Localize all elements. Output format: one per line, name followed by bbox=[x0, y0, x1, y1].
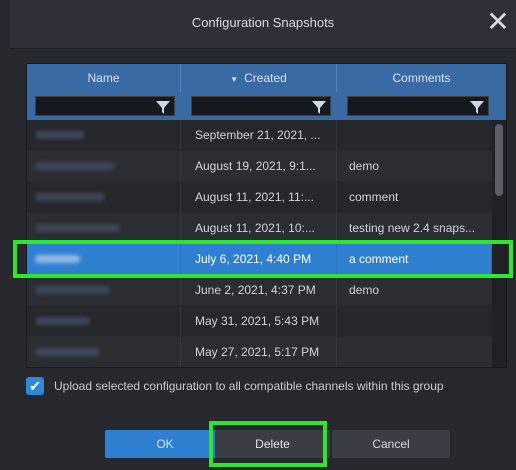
table-row[interactable]: September 21, 2021, ... bbox=[27, 120, 492, 151]
comments-cell: demo bbox=[349, 159, 380, 173]
table-row[interactable]: June 2, 2021, 4:37 PM demo bbox=[27, 275, 492, 306]
created-cell: August 11, 2021, 11:... bbox=[181, 182, 337, 212]
comments-cell: demo bbox=[349, 283, 380, 297]
redacted-name bbox=[35, 162, 115, 170]
configuration-snapshots-dialog: Configuration Snapshots ✕ Name ▼ Created … bbox=[10, 0, 516, 470]
redacted-name bbox=[35, 193, 105, 201]
scrollbar-thumb[interactable] bbox=[495, 124, 503, 196]
column-label: Comments bbox=[392, 71, 451, 85]
comments-cell bbox=[337, 337, 492, 367]
created-cell: July 6, 2021, 4:40 PM bbox=[181, 244, 337, 274]
comments-cell bbox=[337, 120, 492, 150]
dialog-title: Configuration Snapshots bbox=[191, 15, 335, 30]
table-row[interactable]: May 31, 2021, 5:43 PM bbox=[27, 306, 492, 337]
name-cell bbox=[27, 306, 181, 336]
ok-button[interactable]: OK bbox=[105, 430, 225, 458]
table-header: Name ▼ Created Comments bbox=[27, 64, 506, 92]
comments-cell: comment bbox=[349, 190, 399, 204]
created-cell: August 11, 2021, 10:... bbox=[181, 213, 337, 243]
name-cell bbox=[27, 244, 181, 274]
name-cell bbox=[27, 120, 181, 150]
table-row[interactable]: August 11, 2021, 10:... testing new 2.4 … bbox=[27, 213, 492, 244]
redacted-name bbox=[35, 286, 110, 294]
table-row[interactable]: August 11, 2021, 11:... comment bbox=[27, 182, 492, 213]
name-cell bbox=[27, 337, 181, 367]
name-cell bbox=[27, 151, 181, 181]
created-cell: September 21, 2021, ... bbox=[181, 120, 337, 150]
comments-filter-input[interactable] bbox=[348, 97, 488, 115]
redacted-name bbox=[35, 224, 120, 232]
funnel-filter-icon[interactable] bbox=[154, 99, 172, 115]
name-cell bbox=[27, 182, 181, 212]
created-cell: May 31, 2021, 5:43 PM bbox=[181, 306, 337, 336]
created-cell: May 27, 2021, 5:17 PM bbox=[181, 337, 337, 367]
comments-cell: testing new 2.4 snaps... bbox=[349, 221, 476, 235]
funnel-filter-icon[interactable] bbox=[310, 99, 328, 115]
redacted-name bbox=[35, 131, 85, 139]
snapshots-table: Name ▼ Created Comments September 21, 20… bbox=[26, 63, 507, 368]
column-label: Created bbox=[244, 71, 287, 85]
close-icon[interactable]: ✕ bbox=[484, 8, 512, 36]
table-row-selected[interactable]: July 6, 2021, 4:40 PM a comment bbox=[27, 244, 492, 275]
filter-row bbox=[27, 92, 506, 120]
created-cell: June 2, 2021, 4:37 PM bbox=[181, 275, 337, 305]
comments-cell bbox=[337, 306, 492, 336]
redacted-name bbox=[35, 317, 90, 325]
column-label: Name bbox=[87, 71, 120, 85]
cancel-button[interactable]: Cancel bbox=[332, 430, 450, 458]
upload-checkbox-label: Upload selected configuration to all com… bbox=[54, 379, 444, 393]
table-row[interactable]: August 19, 2021, 9:1... demo bbox=[27, 151, 492, 182]
chevron-down-icon: ▼ bbox=[230, 75, 239, 84]
name-cell bbox=[27, 213, 181, 243]
column-header-name[interactable]: Name bbox=[27, 64, 181, 92]
redacted-name bbox=[35, 255, 80, 263]
table-row[interactable]: May 27, 2021, 5:17 PM bbox=[27, 337, 492, 367]
vertical-scrollbar[interactable] bbox=[492, 120, 506, 367]
title-bar: Configuration Snapshots ✕ bbox=[10, 0, 516, 49]
upload-checkbox[interactable]: ✔ bbox=[26, 377, 44, 395]
table-body: September 21, 2021, ... August 19, 2021,… bbox=[27, 120, 492, 367]
redacted-name bbox=[35, 348, 100, 356]
comments-cell: a comment bbox=[337, 244, 492, 274]
comments-filter bbox=[347, 96, 489, 116]
name-cell bbox=[27, 275, 181, 305]
column-header-comments[interactable]: Comments bbox=[337, 64, 506, 92]
funnel-filter-icon[interactable] bbox=[468, 99, 486, 115]
created-cell: August 19, 2021, 9:1... bbox=[181, 151, 337, 181]
delete-button[interactable]: Delete bbox=[215, 430, 330, 458]
name-filter bbox=[35, 96, 175, 116]
created-filter bbox=[191, 96, 331, 116]
column-header-created[interactable]: ▼ Created bbox=[181, 64, 337, 92]
